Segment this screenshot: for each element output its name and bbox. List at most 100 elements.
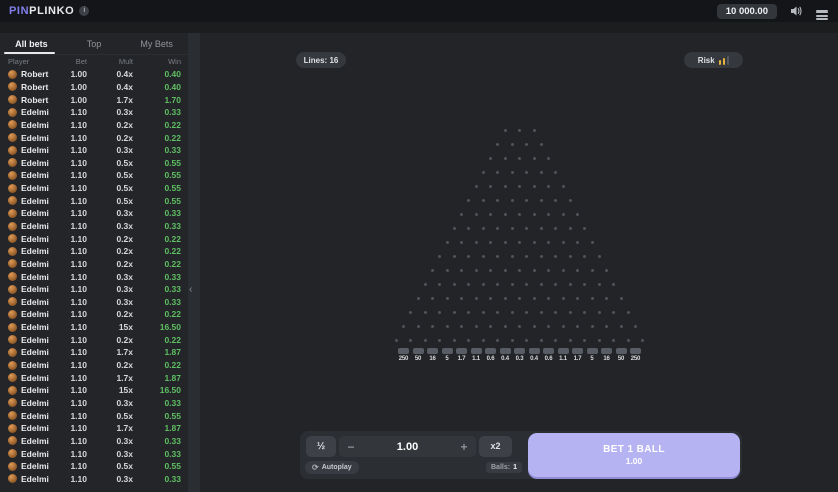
peg [467,283,470,286]
peg [562,325,565,328]
peg [511,227,514,230]
bet-row: Robert1.000.4x0.40 [0,81,188,94]
balance-display: 10 000.00 [717,4,777,19]
peg [467,311,470,314]
win-value: 0.22 [133,335,181,345]
tab-top[interactable]: Top [63,33,126,54]
player-avatar [8,310,17,319]
mult-value: 0.2x [87,133,133,143]
mult-value: 0.3x [87,221,133,231]
peg [489,157,492,160]
tab-all-bets[interactable]: All bets [0,33,63,54]
bet-row: Edelmira1.1015x16.50 [0,384,188,397]
peg [417,325,420,328]
player-name: Edelmira [21,423,49,433]
multiplier-slot [471,348,482,354]
bet-value: 1.10 [49,234,87,244]
increase-bet-button[interactable]: + [452,440,476,454]
mult-value: 0.3x [87,272,133,282]
peg [489,325,492,328]
win-value: 0.33 [133,208,181,218]
mult-value: 1.7x [87,347,133,357]
bet-value: 1.10 [49,347,87,357]
menu-icon[interactable] [816,9,828,14]
top-bar: PINPLINKO i 10 000.00 [0,0,838,22]
balls-count-badge: Balls: 1 [486,462,522,473]
peg [467,255,470,258]
player-avatar [8,158,17,167]
peg [511,199,514,202]
collapse-sidebar-icon[interactable]: ‹ [189,285,192,295]
peg [395,339,398,342]
peg [518,269,521,272]
peg [446,269,449,272]
peg [438,339,441,342]
peg [489,213,492,216]
half-bet-button[interactable]: ½ [306,436,336,457]
player-name: Edelmira [21,335,49,345]
bet-amount-field: − 1.00 + [339,436,476,457]
player-name: Edelmira [21,474,49,484]
bet-value: 1.10 [49,297,87,307]
bet-amount-value[interactable]: 1.00 [363,441,452,453]
peg [424,283,427,286]
peg [627,311,630,314]
player-name: Edelmira [21,461,49,471]
info-icon[interactable]: i [79,6,89,16]
bet-row: Robert1.001.7x1.70 [0,93,188,106]
multiplier-slot [529,348,540,354]
sidebar-gutter: ‹ [188,33,200,492]
peg [591,297,594,300]
peg [525,171,528,174]
peg [576,269,579,272]
bet-row: Edelmira1.100.5x0.55 [0,169,188,182]
player-avatar [8,222,17,231]
bet-value: 1.10 [49,221,87,231]
peg [453,227,456,230]
peg [489,297,492,300]
player-avatar [8,323,17,332]
peg [409,311,412,314]
win-value: 0.22 [133,234,181,244]
col-player: Player [8,57,49,66]
player-name: Edelmira [21,398,49,408]
player-name: Edelmira [21,170,49,180]
player-name: Edelmira [21,436,49,446]
mult-value: 0.4x [87,69,133,79]
bet-value: 1.00 [49,82,87,92]
sound-icon[interactable] [790,5,803,17]
player-name: Edelmira [21,120,49,130]
peg [511,171,514,174]
decrease-bet-button[interactable]: − [339,440,363,454]
peg [525,255,528,258]
peg [460,269,463,272]
mult-value: 15x [87,385,133,395]
player-name: Edelmira [21,284,49,294]
win-value: 0.22 [133,360,181,370]
win-value: 0.22 [133,120,181,130]
pinplinko-app: PINPLINKO i 10 000.00 All bets Top My Be… [0,0,838,492]
peg [511,339,514,342]
peg [417,297,420,300]
bet-value: 1.10 [49,107,87,117]
tab-my-bets[interactable]: My Bets [125,33,188,54]
peg [467,199,470,202]
bet-button[interactable]: BET 1 BALL 1.00 [528,433,740,477]
balls-value: 1 [513,464,517,471]
multiplier-slot [630,348,641,354]
peg [533,129,536,132]
peg [475,297,478,300]
peg [554,339,557,342]
peg [475,213,478,216]
peg [496,311,499,314]
peg [489,269,492,272]
mult-value: 0.3x [87,449,133,459]
bet-row: Edelmira1.101.7x1.87 [0,371,188,384]
peg [533,325,536,328]
double-bet-button[interactable]: x2 [479,436,512,457]
peg [547,157,550,160]
autoplay-button[interactable]: ⟳ Autoplay [305,461,359,474]
peg [467,339,470,342]
peg [496,227,499,230]
player-avatar [8,196,17,205]
